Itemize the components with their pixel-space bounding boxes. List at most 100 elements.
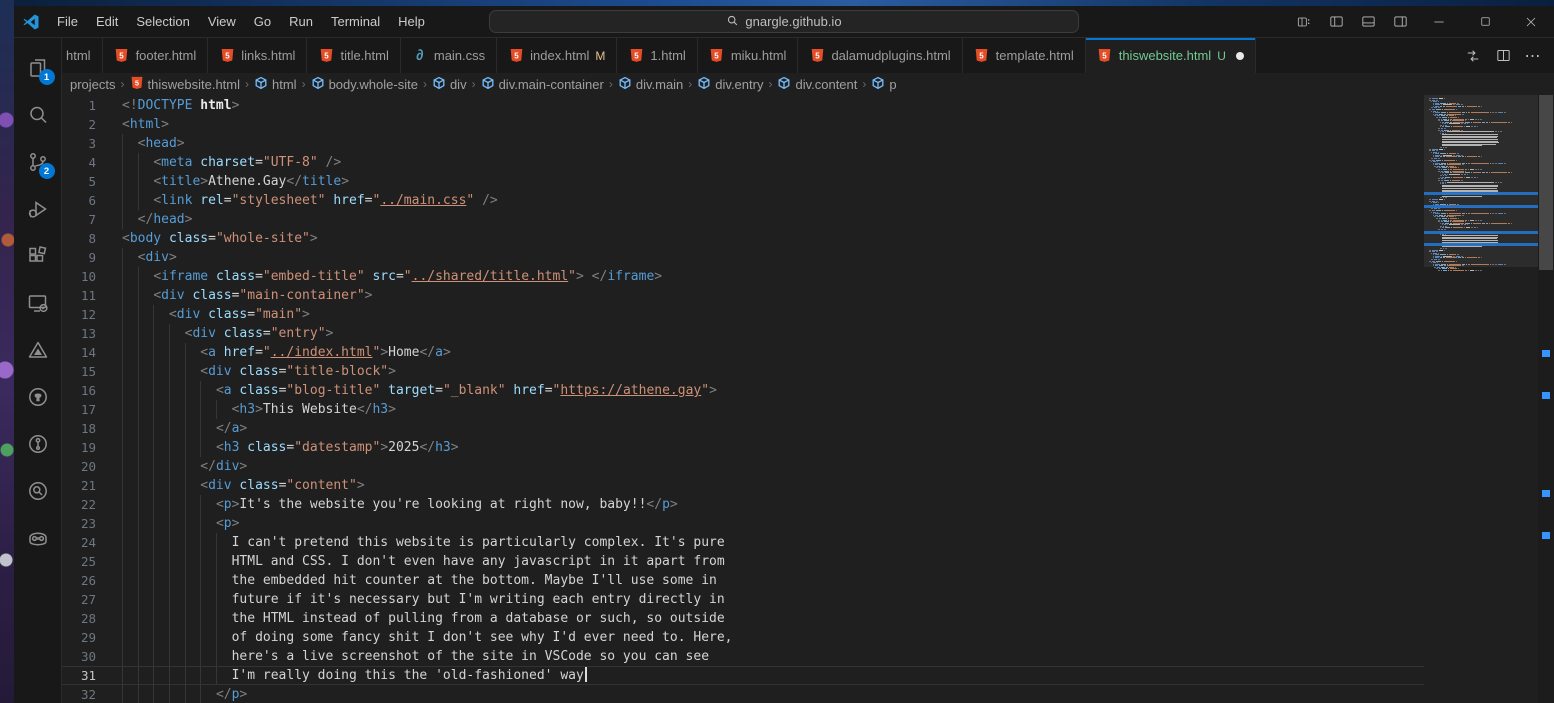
menu-go[interactable]: Go [245, 11, 280, 32]
activity-godot-tools-icon[interactable] [14, 514, 62, 561]
minimize-button[interactable] [1416, 6, 1462, 37]
tab-links.html[interactable]: 5links.html [208, 38, 307, 73]
toggle-panel-icon[interactable] [1352, 6, 1384, 37]
code-line-6[interactable]: 6<link rel="stylesheet" href="../main.cs… [62, 191, 1424, 210]
tab-main.css[interactable]: ∂main.css [401, 38, 497, 73]
menu-view[interactable]: View [199, 11, 245, 32]
minimap-slider[interactable] [1424, 95, 1538, 267]
code-line-21[interactable]: 21<div class="content"> [62, 476, 1424, 495]
tab-thiswebsite.html[interactable]: 5thiswebsite.htmlU [1086, 38, 1256, 73]
menu-selection[interactable]: Selection [127, 11, 198, 32]
code-line-8[interactable]: 8<body class="whole-site"> [62, 229, 1424, 248]
split-editor-icon[interactable] [1490, 43, 1516, 69]
code-line-23[interactable]: 23<p> [62, 514, 1424, 533]
activity-extensions-icon[interactable] [14, 232, 62, 279]
tab-index.html[interactable]: 5index.htmlM [497, 38, 617, 73]
activity-remote-explorer-icon[interactable] [14, 279, 62, 326]
indent-guide [138, 419, 154, 438]
code-line-24[interactable]: 24I can't pretend this website is partic… [62, 533, 1424, 552]
command-center-search[interactable]: gnargle.github.io [489, 10, 1079, 33]
line-number: 10 [62, 267, 96, 286]
code-area[interactable]: 1<!DOCTYPE html>2<html>3<head>4<meta cha… [62, 96, 1424, 703]
code-line-27[interactable]: 27future if it's necessary but I'm writi… [62, 590, 1424, 609]
tab-title.html[interactable]: 5title.html [307, 38, 400, 73]
code-line-11[interactable]: 11<div class="main-container"> [62, 286, 1424, 305]
svg-text:5: 5 [134, 78, 138, 87]
breadcrumb-item-div.main-container[interactable]: div.main-container [481, 76, 604, 93]
code-line-31[interactable]: 31I'm really doing this the 'old-fashion… [62, 666, 1424, 685]
tab-dalamudplugins.html[interactable]: 5dalamudplugins.html [798, 38, 962, 73]
editor-scrollbar[interactable] [1538, 95, 1554, 703]
code-line-15[interactable]: 15<div class="title-block"> [62, 362, 1424, 381]
code-line-2[interactable]: 2<html> [62, 115, 1424, 134]
code-line-29[interactable]: 29of doing some fancy shit I don't see w… [62, 628, 1424, 647]
code-line-16[interactable]: 16<a class="blog-title" target="_blank" … [62, 381, 1424, 400]
scrollbar-slider[interactable] [1539, 95, 1553, 270]
menu-run[interactable]: Run [280, 11, 322, 32]
breadcrumb-item-div.entry[interactable]: div.entry [697, 76, 763, 93]
code-editor[interactable]: 1<!DOCTYPE html>2<html>3<head>4<meta cha… [62, 95, 1554, 703]
code-line-9[interactable]: 9<div> [62, 248, 1424, 267]
html-file-icon: 5 [974, 48, 990, 64]
code-line-13[interactable]: 13<div class="entry"> [62, 324, 1424, 343]
open-changes-icon[interactable] [1460, 43, 1486, 69]
tab-miku.html[interactable]: 5miku.html [698, 38, 799, 73]
menu-terminal[interactable]: Terminal [322, 11, 389, 32]
line-number: 28 [62, 609, 96, 628]
code-line-4[interactable]: 4<meta charset="UTF-8" /> [62, 153, 1424, 172]
code-line-32[interactable]: 32</p> [62, 685, 1424, 703]
maximize-button[interactable] [1462, 6, 1508, 37]
breadcrumb-item-div.main[interactable]: div.main [618, 76, 683, 93]
code-line-26[interactable]: 26the embedded hit counter at the bottom… [62, 571, 1424, 590]
breadcrumb-item-body.whole-site[interactable]: body.whole-site [311, 76, 418, 93]
breadcrumb-item-thiswebsite.html[interactable]: 5thiswebsite.html [130, 76, 240, 93]
tab-html[interactable]: html [62, 38, 103, 73]
code-line-20[interactable]: 20</div> [62, 457, 1424, 476]
code-line-18[interactable]: 18</a> [62, 419, 1424, 438]
menu-file[interactable]: File [48, 11, 87, 32]
tab-footer.html[interactable]: 5footer.html [103, 38, 209, 73]
code-line-19[interactable]: 19<h3 class="datestamp">2025</h3> [62, 438, 1424, 457]
activity-run-and-debug-icon[interactable] [14, 185, 62, 232]
tab-1.html[interactable]: 51.html [617, 38, 697, 73]
code-line-10[interactable]: 10<iframe class="embed-title" src="../sh… [62, 267, 1424, 286]
more-actions-icon[interactable]: ⋯ [1520, 43, 1546, 69]
breadcrumb-item-div.content[interactable]: div.content [777, 76, 857, 93]
tab-template.html[interactable]: 5template.html [963, 38, 1086, 73]
code-line-1[interactable]: 1<!DOCTYPE html> [62, 96, 1424, 115]
minimap[interactable] [1424, 95, 1538, 703]
activity-commit-search-icon[interactable] [14, 467, 62, 514]
indent-guide [185, 571, 201, 590]
activity-triangle-extension-icon[interactable] [14, 326, 62, 373]
activity-search-icon[interactable] [14, 91, 62, 138]
code-line-14[interactable]: 14<a href="../index.html">Home</a> [62, 343, 1424, 362]
breadcrumb-item-html[interactable]: html [254, 76, 297, 93]
chevron-right-icon: › [302, 77, 306, 91]
code-line-28[interactable]: 28the HTML instead of pulling from a dat… [62, 609, 1424, 628]
unsaved-dot-icon[interactable] [1236, 52, 1244, 60]
toggle-primary-sidebar-icon[interactable] [1320, 6, 1352, 37]
code-line-5[interactable]: 5<title>Athene.Gay</title> [62, 172, 1424, 191]
activity-source-control-icon[interactable]: 2 [14, 138, 62, 185]
activity-explorer-icon[interactable]: 1 [14, 44, 62, 91]
code-line-17[interactable]: 17<h3>This Website</h3> [62, 400, 1424, 419]
code-line-12[interactable]: 12<div class="main"> [62, 305, 1424, 324]
code-line-3[interactable]: 3<head> [62, 134, 1424, 153]
activity-gitlens-icon[interactable] [14, 420, 62, 467]
code-line-7[interactable]: 7</head> [62, 210, 1424, 229]
customize-layout-icon[interactable] [1288, 6, 1320, 37]
indent-guide [185, 647, 201, 666]
menu-edit[interactable]: Edit [87, 11, 127, 32]
breadcrumb-item-p[interactable]: p [871, 76, 896, 93]
code-line-22[interactable]: 22<p>It's the website you're looking at … [62, 495, 1424, 514]
menu-help[interactable]: Help [389, 11, 434, 32]
breadcrumb-item-projects[interactable]: projects [70, 77, 116, 92]
indent-guide [216, 533, 232, 552]
indent-guide [216, 609, 232, 628]
breadcrumb-item-div[interactable]: div [432, 76, 467, 93]
toggle-secondary-sidebar-icon[interactable] [1384, 6, 1416, 37]
code-line-25[interactable]: 25HTML and CSS. I don't even have any ja… [62, 552, 1424, 571]
code-line-30[interactable]: 30here's a live screenshot of the site i… [62, 647, 1424, 666]
activity-github-icon[interactable] [14, 373, 62, 420]
close-button[interactable] [1508, 6, 1554, 37]
